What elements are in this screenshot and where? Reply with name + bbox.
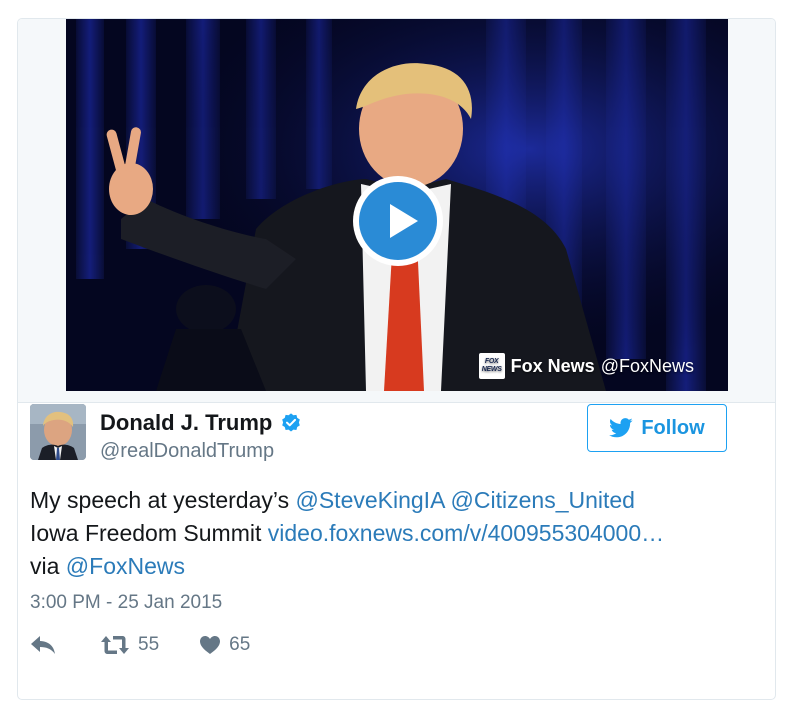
video-link[interactable]: video.foxnews.com/v/400955304000… — [268, 520, 664, 546]
reply-button[interactable] — [30, 635, 56, 655]
heart-icon — [200, 636, 221, 654]
fox-news-logo-icon: FOX NEWS — [478, 353, 505, 379]
mention-foxnews[interactable]: @FoxNews — [66, 553, 185, 579]
play-icon — [390, 204, 418, 238]
tweet-text: My speech at yesterday’s @SteveKingIA @C… — [30, 487, 665, 579]
follow-button[interactable]: Follow — [587, 404, 727, 452]
mention-stevekingia[interactable]: @SteveKingIA — [295, 487, 444, 513]
verified-badge-icon — [282, 413, 301, 432]
tweet-author: Donald J. Trump @realDonaldTrump — [30, 404, 330, 464]
video-thumbnail[interactable]: FOX NEWS Fox News @FoxNews — [66, 19, 728, 391]
display-name[interactable]: Donald J. Trump — [100, 410, 272, 436]
reply-icon — [31, 636, 55, 654]
attribution-handle: @FoxNews — [600, 355, 694, 376]
play-button[interactable] — [353, 176, 443, 266]
retweet-icon — [101, 636, 129, 654]
follow-button-label: Follow — [641, 416, 705, 439]
avatar-image — [30, 404, 86, 460]
video-attribution: FOX NEWS Fox News @FoxNews — [478, 353, 694, 379]
media-container: FOX NEWS Fox News @FoxNews — [18, 19, 775, 403]
tweet-actions: 55 65 — [30, 634, 250, 656]
attribution-brand: Fox News — [510, 355, 595, 376]
avatar[interactable] — [30, 404, 86, 460]
retweet-count: 55 — [138, 634, 160, 655]
like-count: 65 — [229, 634, 251, 655]
twitter-bird-icon — [609, 418, 633, 438]
like-button[interactable]: 65 — [199, 634, 250, 656]
tweet-timestamp[interactable]: 3:00 PM - 25 Jan 2015 — [30, 592, 222, 614]
mention-citizens-united[interactable]: @Citizens_United — [451, 487, 635, 513]
user-handle[interactable]: @realDonaldTrump — [100, 440, 274, 463]
retweet-button[interactable]: 55 — [100, 634, 159, 656]
